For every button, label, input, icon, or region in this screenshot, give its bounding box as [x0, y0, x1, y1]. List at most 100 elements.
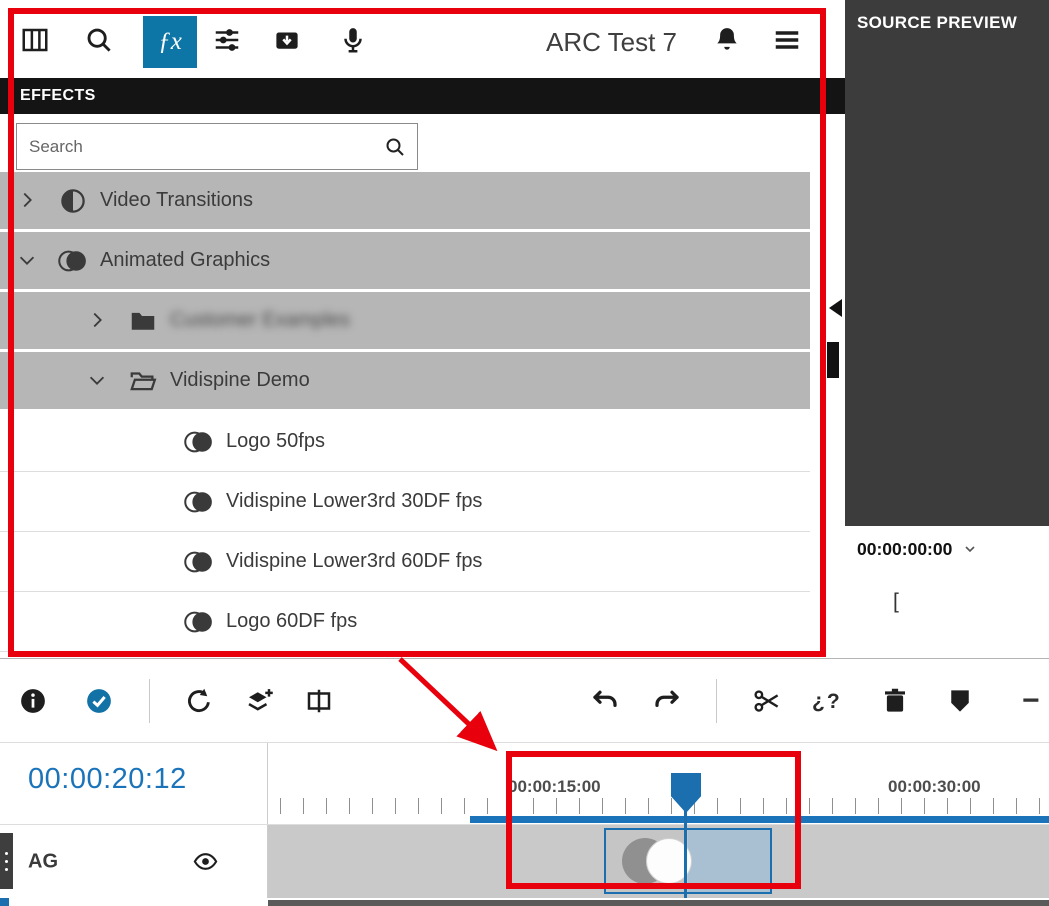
folder-icon — [128, 306, 158, 336]
tree-item-label: Vidispine Demo — [170, 369, 310, 392]
graphic-effect-icon — [184, 607, 214, 637]
chevron-down-icon[interactable] — [86, 369, 128, 393]
delete-button[interactable] — [880, 686, 910, 716]
search-icon — [383, 135, 407, 159]
columns-view-button[interactable] — [20, 25, 50, 55]
effects-panel: ƒx ARC Test 7 EFFECTS — [0, 0, 845, 658]
graphic-effect-icon — [184, 427, 214, 457]
microphone-button[interactable] — [338, 25, 368, 55]
graphic-effect-icon — [184, 487, 214, 517]
toolbar-separator — [716, 679, 717, 723]
cut-button[interactable] — [752, 686, 782, 716]
redo-button[interactable] — [652, 686, 682, 716]
rotate-reset-icon — [184, 686, 214, 716]
tree-folder-customer-examples[interactable]: Customer Examples — [0, 292, 810, 352]
source-preview-header: SOURCE PREVIEW — [845, 0, 1049, 33]
tree-group-animated-graphics[interactable]: Animated Graphics — [0, 232, 810, 292]
tree-item-label: Logo 50fps — [226, 430, 325, 453]
confirm-button[interactable] — [84, 686, 114, 716]
sliders-icon — [212, 25, 242, 55]
search-button[interactable] — [84, 25, 114, 55]
main-menu-button[interactable] — [772, 25, 802, 55]
trash-icon — [880, 686, 910, 716]
question-marks-button[interactable]: ¿? — [812, 690, 842, 714]
hamburger-menu-icon — [772, 25, 802, 55]
timeline-track-row: AG — [0, 825, 1049, 898]
timeline-toolbar: ¿? − — [0, 659, 1049, 743]
timeline-ruler-row: 00:00:20:12 00:00:15:00 00:00:30:00 — [0, 743, 1049, 825]
info-button[interactable] — [18, 686, 48, 716]
add-layer-icon — [244, 686, 274, 716]
tree-item-lower3rd-60df[interactable]: Vidispine Lower3rd 60DF fps — [0, 532, 810, 592]
add-marker-button[interactable] — [945, 686, 975, 716]
tree-group-video-transitions[interactable]: Video Transitions — [0, 172, 810, 232]
zoom-out-button[interactable]: − — [1022, 684, 1040, 718]
collapse-panel-arrow-icon[interactable] — [829, 299, 842, 317]
effects-tree: Video Transitions Animated Graphics Cust… — [0, 172, 810, 652]
source-preview-video-area: SOURCE PREVIEW — [845, 0, 1049, 526]
current-timecode-display: 00:00:20:12 — [28, 763, 187, 796]
app-title: ARC Test 7 — [546, 27, 677, 58]
chevron-right-icon[interactable] — [16, 189, 58, 213]
question-marks-icon: ¿? — [812, 690, 842, 713]
playhead-line — [684, 809, 687, 898]
tree-item-logo-60df[interactable]: Logo 60DF fps — [0, 592, 810, 652]
source-timecode-row: 00:00:00:00 — [845, 526, 1049, 572]
source-preview-panel: SOURCE PREVIEW 00:00:00:00 [ — [845, 0, 1049, 658]
track-label: AG — [28, 850, 58, 873]
tree-item-label: Logo 60DF fps — [226, 610, 357, 633]
columns-icon — [20, 25, 50, 55]
chevron-right-icon[interactable] — [86, 309, 128, 333]
ruler-ticks — [268, 798, 1049, 814]
marker-flag-icon — [945, 686, 975, 716]
timeline-ruler[interactable]: 00:00:15:00 00:00:30:00 — [268, 743, 1049, 824]
reset-button[interactable] — [184, 686, 214, 716]
tree-item-label: Vidispine Lower3rd 30DF fps — [226, 490, 482, 513]
current-timecode-cell: 00:00:20:12 — [0, 743, 268, 824]
top-toolbar: ƒx ARC Test 7 — [0, 0, 845, 78]
tree-folder-vidispine-demo[interactable]: Vidispine Demo — [0, 352, 810, 412]
search-icon — [84, 25, 114, 55]
ruler-label: 00:00:15:00 — [508, 777, 601, 797]
folder-open-icon — [128, 366, 158, 396]
tree-item-label: Video Transitions — [100, 189, 253, 212]
redo-icon — [652, 686, 682, 716]
minus-icon: − — [1022, 684, 1040, 717]
split-clip-button[interactable] — [304, 686, 334, 716]
track-drag-handle[interactable] — [0, 833, 13, 889]
undo-icon — [590, 686, 620, 716]
tree-item-logo-50fps[interactable]: Logo 50fps — [0, 412, 810, 472]
graphic-effect-icon — [184, 547, 214, 577]
export-render-button[interactable] — [272, 25, 302, 55]
scissors-icon — [752, 686, 782, 716]
track-header: AG — [0, 825, 268, 898]
chevron-down-icon[interactable] — [16, 249, 58, 273]
source-timecode: 00:00:00:00 — [857, 539, 952, 560]
fx-icon: ƒx — [158, 28, 182, 56]
add-layer-button[interactable] — [244, 686, 274, 716]
undo-button[interactable] — [590, 686, 620, 716]
mark-in-bracket: [ — [893, 590, 899, 614]
ruler-label: 00:00:30:00 — [888, 777, 981, 797]
panel-splitter-handle[interactable] — [827, 342, 839, 378]
next-track-handle[interactable] — [0, 898, 9, 906]
effects-fx-button[interactable]: ƒx — [143, 16, 197, 68]
notifications-button[interactable] — [712, 25, 742, 55]
timeline-section: ¿? − 00:00:20:12 00:00:15:00 00:00:30:00 — [0, 658, 1049, 906]
toolbar-separator — [149, 679, 150, 723]
microphone-icon — [338, 25, 368, 55]
tree-item-label: Customer Examples — [170, 309, 350, 332]
transition-clip[interactable] — [604, 828, 772, 894]
timeline-range-bar — [470, 816, 1049, 823]
tree-item-lower3rd-30df[interactable]: Vidispine Lower3rd 30DF fps — [0, 472, 810, 532]
effects-panel-header: EFFECTS — [0, 78, 845, 114]
track-lane[interactable] — [268, 825, 1049, 898]
check-circle-icon — [84, 686, 114, 716]
tree-item-label: Animated Graphics — [100, 249, 270, 272]
effects-search-input[interactable] — [17, 124, 417, 169]
effects-search-row — [0, 114, 845, 172]
track-visibility-button[interactable] — [192, 848, 219, 875]
settings-sliders-button[interactable] — [212, 25, 242, 55]
chevron-down-icon[interactable] — [962, 541, 978, 557]
app-root: ƒx ARC Test 7 EFFECTS — [0, 0, 1049, 906]
